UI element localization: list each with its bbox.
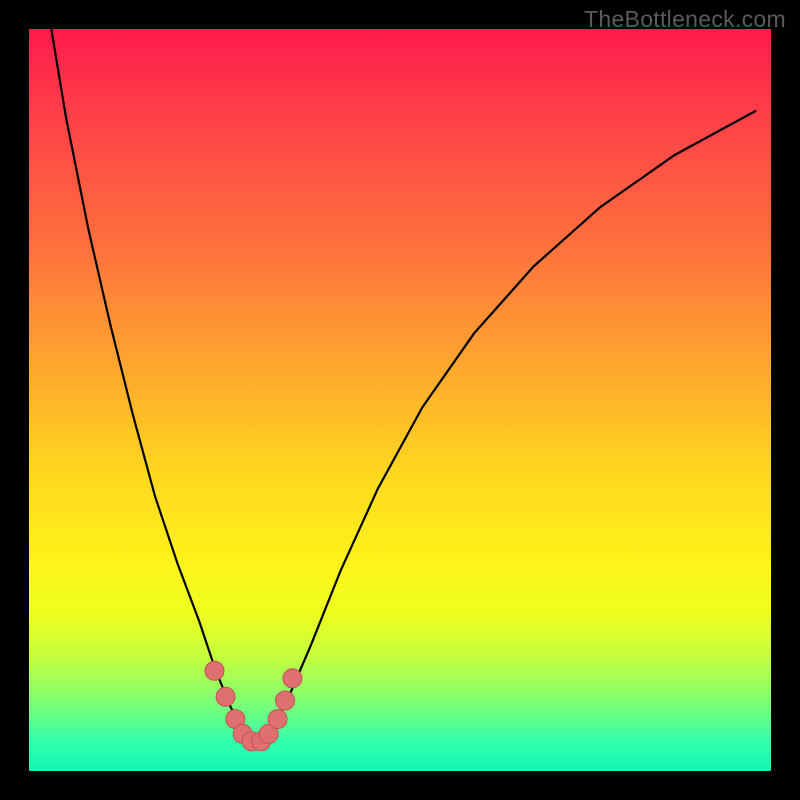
chart-frame: TheBottleneck.com xyxy=(0,0,800,800)
chart-overlay xyxy=(29,29,771,771)
curve-marker xyxy=(216,687,235,706)
curve-marker xyxy=(276,691,295,710)
plot-area xyxy=(29,29,771,771)
bottleneck-curve xyxy=(51,29,756,741)
curve-markers xyxy=(205,661,302,751)
curve-marker xyxy=(268,710,287,729)
curve-marker xyxy=(283,669,302,688)
curve-marker xyxy=(205,661,224,680)
